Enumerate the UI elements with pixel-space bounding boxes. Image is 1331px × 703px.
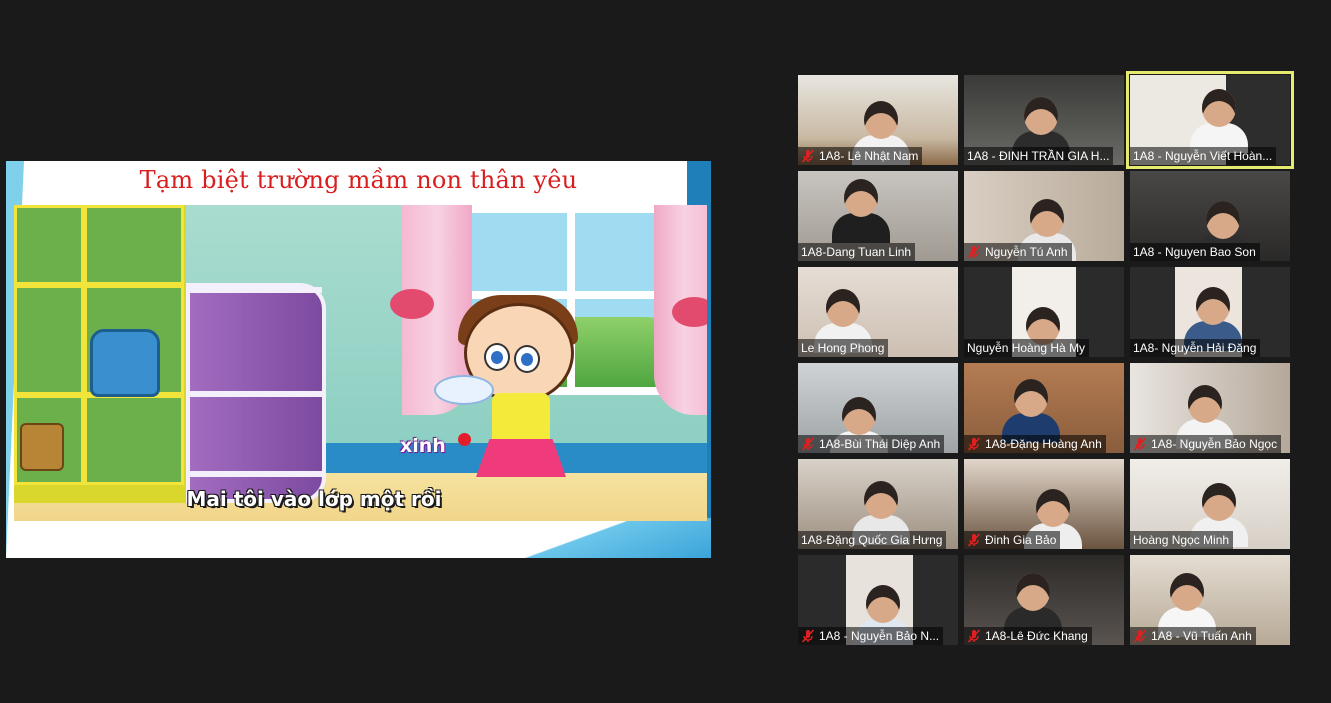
slide-title: Tạm biệt trường mầm non thân yêu bbox=[139, 166, 578, 194]
mic-muted-icon bbox=[1133, 629, 1147, 643]
school-bag bbox=[90, 329, 160, 397]
participant-name: 1A8- Lê Nhật Nam bbox=[819, 149, 919, 163]
participant-face bbox=[1024, 97, 1058, 135]
participant-label: 1A8 - Nguyen Bao Son bbox=[1130, 243, 1260, 261]
mic-muted-icon bbox=[801, 629, 815, 643]
participant-label: 1A8-Đặng Quốc Gia Hưng bbox=[798, 531, 947, 549]
participant-name: Đinh Gia Bảo bbox=[985, 533, 1057, 547]
participant-face bbox=[1030, 199, 1064, 237]
curtain-bow-left bbox=[390, 289, 434, 319]
participant-face bbox=[1196, 287, 1230, 325]
participant-name: 1A8 - Nguyễn Viết Hoàn... bbox=[1133, 149, 1273, 163]
brown-bag bbox=[20, 423, 64, 471]
purple-cabinet bbox=[186, 283, 326, 503]
participant-name: 1A8-Đặng Quốc Gia Hưng bbox=[801, 533, 943, 547]
girl-eye-left bbox=[484, 343, 510, 371]
participant-name: 1A8- Nguyễn Bảo Ngọc bbox=[1151, 437, 1278, 451]
participant-tile[interactable]: 1A8-Đặng Quốc Gia Hưng bbox=[798, 459, 958, 549]
participant-tile[interactable]: 1A8 - Nguyễn Viết Hoàn... bbox=[1126, 71, 1294, 169]
participant-label: Nguyễn Hoàng Hà My bbox=[964, 339, 1090, 357]
toy-bunny bbox=[434, 375, 494, 405]
participant-face bbox=[864, 101, 898, 139]
participant-tile[interactable]: 1A8-Lê Đức Khang bbox=[964, 555, 1124, 645]
participant-label: Nguyễn Tú Anh bbox=[964, 243, 1072, 261]
participant-name: 1A8 - Nguyễn Bảo N... bbox=[819, 629, 940, 643]
participant-label: 1A8 - ĐINH TRẦN GIA H... bbox=[964, 147, 1114, 165]
mic-muted-icon bbox=[801, 149, 815, 163]
participant-label: 1A8- Lê Nhật Nam bbox=[798, 147, 923, 165]
participant-label: 1A8 - Vũ Tuấn Anh bbox=[1130, 627, 1256, 645]
participant-label: Đinh Gia Bảo bbox=[964, 531, 1061, 549]
participant-tile[interactable]: Nguyễn Tú Anh bbox=[964, 171, 1124, 261]
participant-name: Nguyễn Tú Anh bbox=[985, 245, 1068, 259]
participant-name: Hoàng Ngọc Minh bbox=[1133, 533, 1230, 547]
girl-eye-right bbox=[514, 345, 540, 373]
participant-tile[interactable]: 1A8 - Vũ Tuấn Anh bbox=[1130, 555, 1290, 645]
participant-face bbox=[866, 585, 900, 623]
girl-shirt bbox=[492, 393, 550, 443]
mic-muted-icon bbox=[1133, 437, 1147, 451]
mic-muted-icon bbox=[967, 533, 981, 547]
participant-face bbox=[1170, 573, 1204, 611]
participant-label: 1A8 - Nguyễn Viết Hoàn... bbox=[1130, 147, 1277, 165]
mic-muted-icon bbox=[967, 629, 981, 643]
participant-name: Le Hong Phong bbox=[801, 341, 885, 355]
participant-gallery: 1A8- Lê Nhật Nam 1A8 - ĐINH TRẦN GIA H...… bbox=[798, 71, 1294, 645]
participant-label: 1A8-Lê Đức Khang bbox=[964, 627, 1092, 645]
participant-name: 1A8- Nguyễn Hải Đăng bbox=[1133, 341, 1257, 355]
participant-label: 1A8-Dang Tuan Linh bbox=[798, 243, 916, 261]
mic-muted-icon bbox=[967, 437, 981, 451]
participant-label: 1A8 - Nguyễn Bảo N... bbox=[798, 627, 944, 645]
participant-tile[interactable]: Đinh Gia Bảo bbox=[964, 459, 1124, 549]
mic-muted-icon bbox=[801, 437, 815, 451]
participant-label: 1A8- Nguyễn Hải Đăng bbox=[1130, 339, 1261, 357]
participant-face bbox=[1016, 573, 1050, 611]
karaoke-ball-icon bbox=[458, 433, 471, 446]
participant-tile[interactable]: 1A8- Lê Nhật Nam bbox=[798, 75, 958, 165]
participant-tile[interactable]: 1A8- Nguyễn Bảo Ngọc bbox=[1130, 363, 1290, 453]
participant-tile[interactable]: 1A8-Dang Tuan Linh bbox=[798, 171, 958, 261]
participant-face bbox=[1202, 89, 1236, 127]
participant-tile[interactable]: 1A8 - Nguyen Bao Son bbox=[1130, 171, 1290, 261]
participant-name: 1A8-Bùi Thái Diệp Anh bbox=[819, 437, 941, 451]
participant-name: 1A8-Dang Tuan Linh bbox=[801, 245, 912, 259]
participant-label: 1A8-Đặng Hoàng Anh bbox=[964, 435, 1106, 453]
participant-tile[interactable]: 1A8 - ĐINH TRẦN GIA H... bbox=[964, 75, 1124, 165]
participant-tile[interactable]: 1A8- Nguyễn Hải Đăng bbox=[1130, 267, 1290, 357]
participant-tile[interactable]: 1A8 - Nguyễn Bảo N... bbox=[798, 555, 958, 645]
girl-skirt bbox=[476, 439, 566, 477]
participant-tile[interactable]: Le Hong Phong bbox=[798, 267, 958, 357]
participant-tile[interactable]: Nguyễn Hoàng Hà My bbox=[964, 267, 1124, 357]
karaoke-word: xinh bbox=[400, 435, 446, 457]
participant-label: Le Hong Phong bbox=[798, 339, 889, 357]
mic-muted-icon bbox=[967, 245, 981, 259]
participant-face bbox=[1036, 489, 1070, 527]
participant-face bbox=[1014, 379, 1048, 417]
participant-tile[interactable]: 1A8-Đặng Hoàng Anh bbox=[964, 363, 1124, 453]
shared-screen: Tạm biệt trường mầm non thân yêu xinh Ma… bbox=[6, 161, 711, 558]
participant-tile[interactable]: 1A8-Bùi Thái Diệp Anh bbox=[798, 363, 958, 453]
karaoke-lyric: Mai tôi vào lớp một rồi bbox=[186, 487, 442, 511]
participant-label: Hoàng Ngọc Minh bbox=[1130, 531, 1234, 549]
karaoke-video: xinh Mai tôi vào lớp một rồi bbox=[14, 205, 707, 521]
participant-name: 1A8 - Nguyen Bao Son bbox=[1133, 245, 1256, 259]
participant-face bbox=[1188, 385, 1222, 423]
participant-face bbox=[864, 481, 898, 519]
participant-name: Nguyễn Hoàng Hà My bbox=[967, 341, 1086, 355]
participant-face bbox=[1206, 201, 1240, 239]
participant-label: 1A8- Nguyễn Bảo Ngọc bbox=[1130, 435, 1282, 453]
participant-face bbox=[1202, 483, 1236, 521]
participant-name: 1A8 - ĐINH TRẦN GIA H... bbox=[967, 149, 1110, 163]
participant-name: 1A8-Đặng Hoàng Anh bbox=[985, 437, 1102, 451]
participant-label: 1A8-Bùi Thái Diệp Anh bbox=[798, 435, 945, 453]
participant-name: 1A8-Lê Đức Khang bbox=[985, 629, 1088, 643]
participant-name: 1A8 - Vũ Tuấn Anh bbox=[1151, 629, 1252, 643]
participant-face bbox=[842, 397, 876, 435]
participant-tile[interactable]: Hoàng Ngọc Minh bbox=[1130, 459, 1290, 549]
participant-face bbox=[844, 179, 878, 217]
participant-face bbox=[826, 289, 860, 327]
participant-figure bbox=[832, 213, 890, 243]
slide-decoration-bottom bbox=[476, 518, 711, 558]
